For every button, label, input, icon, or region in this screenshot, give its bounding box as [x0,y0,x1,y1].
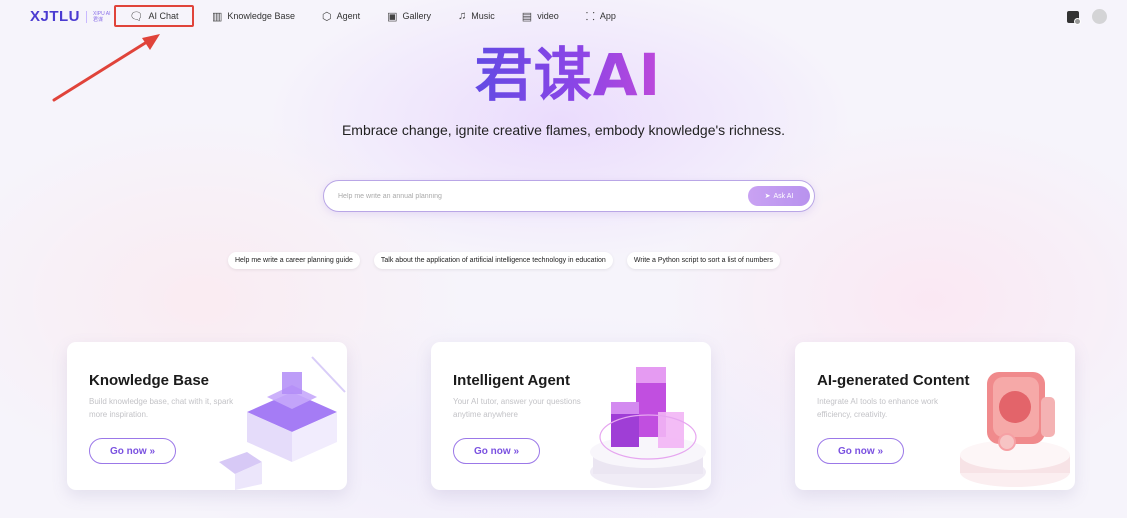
card-knowledge-base: Knowledge Base Build knowledge base, cha… [67,342,347,490]
ask-ai-label: Ask AI [773,192,794,200]
suggestion-chip[interactable]: Write a Python script to sort a list of … [626,252,780,269]
top-navigation-bar: XJTLU XIPU AI 君谋 🗨 AI Chat ▥ Knowledge B… [0,0,1127,34]
nav-label: Agent [336,11,361,21]
brand-name: XJTLU [30,8,81,25]
suggestion-chip[interactable]: Help me write a career planning guide [228,252,360,269]
card-title: Knowledge Base [89,372,210,389]
go-now-button[interactable]: Go now » [817,438,904,464]
send-icon: ➤ [764,193,771,200]
main-nav: 🗨 AI Chat ▥ Knowledge Base ⬡ Agent ▣ Gal… [114,5,635,27]
aigc-illustration [960,372,1070,487]
nav-label: Music [471,11,495,21]
nav-gallery[interactable]: ▣ Gallery [379,5,439,27]
nav-label: App [599,11,616,21]
video-icon: ▤ [521,10,533,23]
nav-label: AI Chat [148,11,179,21]
suggestion-chip[interactable]: Talk about the application of artificial… [373,252,613,269]
suggestion-chips: Help me write a career planning guide Ta… [228,252,780,269]
nav-ai-chat[interactable]: 🗨 AI Chat [114,5,194,27]
nav-label: Gallery [402,11,432,21]
card-description: Build knowledge base, chat with it, spar… [89,397,234,419]
card-title: Intelligent Agent [453,372,570,389]
go-now-button[interactable]: Go now » [453,438,540,464]
hero-logo: 君谋AI [458,40,678,110]
nav-agent[interactable]: ⬡ Agent [314,5,368,27]
avatar[interactable] [1092,9,1107,24]
nav-label: video [537,11,559,21]
card-description: Your AI tutor, answer your questions any… [453,397,581,419]
nav-video[interactable]: ▤ video [514,5,567,27]
card-ai-generated-content: AI-generated Content Integrate AI tools … [795,342,1075,490]
chat-icon: 🗨 [129,10,144,23]
book-icon: ▥ [212,10,223,23]
nav-label: Knowledge Base [227,11,295,21]
image-icon: ▣ [387,10,398,23]
search-box: ➤ Ask AI [323,180,815,212]
message-icon[interactable] [1067,10,1081,25]
knowledge-box-illustration [219,356,346,490]
go-now-button[interactable]: Go now » [89,438,176,464]
brand-divider [86,10,88,23]
nav-app[interactable]: ⸬ App [578,5,624,27]
nav-music[interactable]: ♫ Music [450,5,503,27]
card-intelligent-agent: Intelligent Agent Your AI tutor, answer … [431,342,711,490]
apps-icon: ⸬ [585,10,595,23]
brand-logo[interactable]: XJTLU XIPU AI 君谋 [30,8,111,25]
nav-knowledge-base[interactable]: ▥ Knowledge Base [204,5,303,27]
cube-icon: ⬡ [321,10,332,23]
ask-ai-button[interactable]: ➤ Ask AI [748,186,810,206]
card-description: Integrate AI tools to enhance work effic… [817,397,938,419]
music-icon: ♫ [458,10,467,22]
hero-tagline: Embrace change, ignite creative flames, … [341,122,786,138]
agent-blocks-illustration [590,367,706,488]
annotation-arrow [52,34,160,102]
header-actions [1067,9,1107,25]
brand-subtitle: XIPU AI 君谋 [93,10,111,23]
search-input[interactable] [324,181,814,211]
